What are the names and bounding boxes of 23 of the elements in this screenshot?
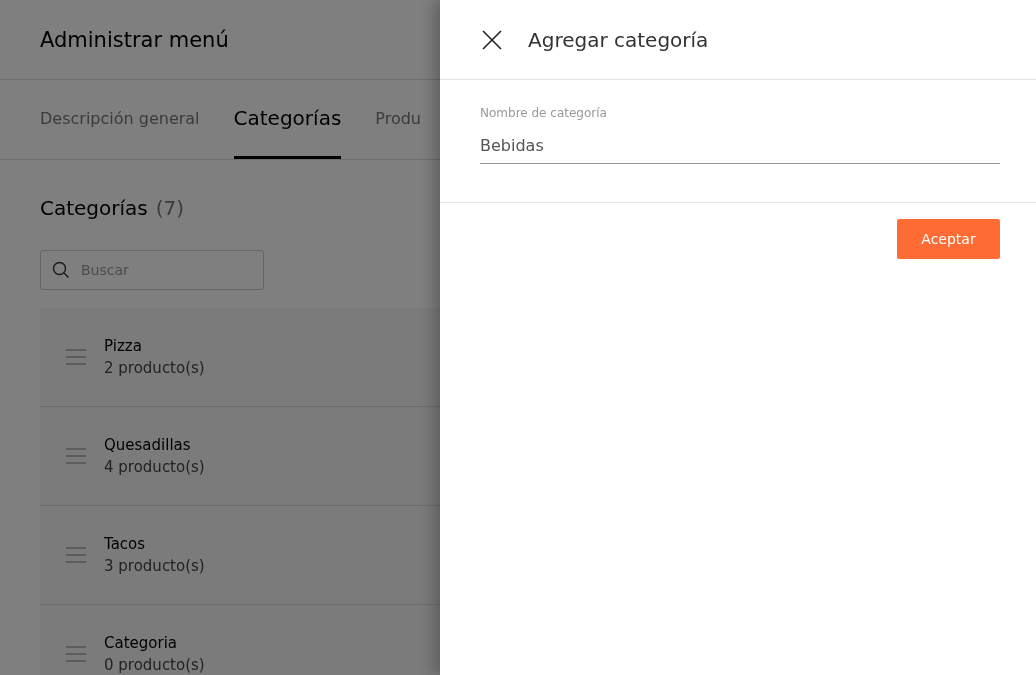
accept-button[interactable]: Aceptar [897, 219, 1000, 259]
search-icon [52, 261, 70, 279]
category-name: Categoria [104, 634, 178, 652]
drag-handle-icon[interactable] [66, 447, 86, 465]
product-count: 0 producto(s) [104, 656, 205, 674]
page-title: Administrar menú [40, 27, 229, 52]
product-count: 4 producto(s) [104, 458, 205, 476]
close-button[interactable] [482, 29, 502, 50]
drag-handle-icon[interactable] [66, 546, 86, 564]
product-count: 2 producto(s) [104, 359, 205, 377]
tab[interactable]: Descripción general [40, 80, 200, 159]
tab[interactable]: Categorías [233, 80, 342, 159]
drawer-title: Agregar categoría [528, 27, 709, 52]
section-title: Categorías [40, 196, 148, 220]
category-name: Quesadillas [104, 436, 192, 454]
drag-handle-icon[interactable] [66, 645, 86, 663]
product-count: 3 producto(s) [104, 557, 205, 575]
category-count: (7) [155, 196, 185, 220]
category-name: Tacos [104, 535, 147, 553]
tab[interactable]: Produ [375, 80, 421, 159]
category-name: Pizza [104, 337, 143, 355]
field-label: Nombre de categoría [480, 106, 608, 120]
drag-handle-icon[interactable] [66, 348, 86, 366]
